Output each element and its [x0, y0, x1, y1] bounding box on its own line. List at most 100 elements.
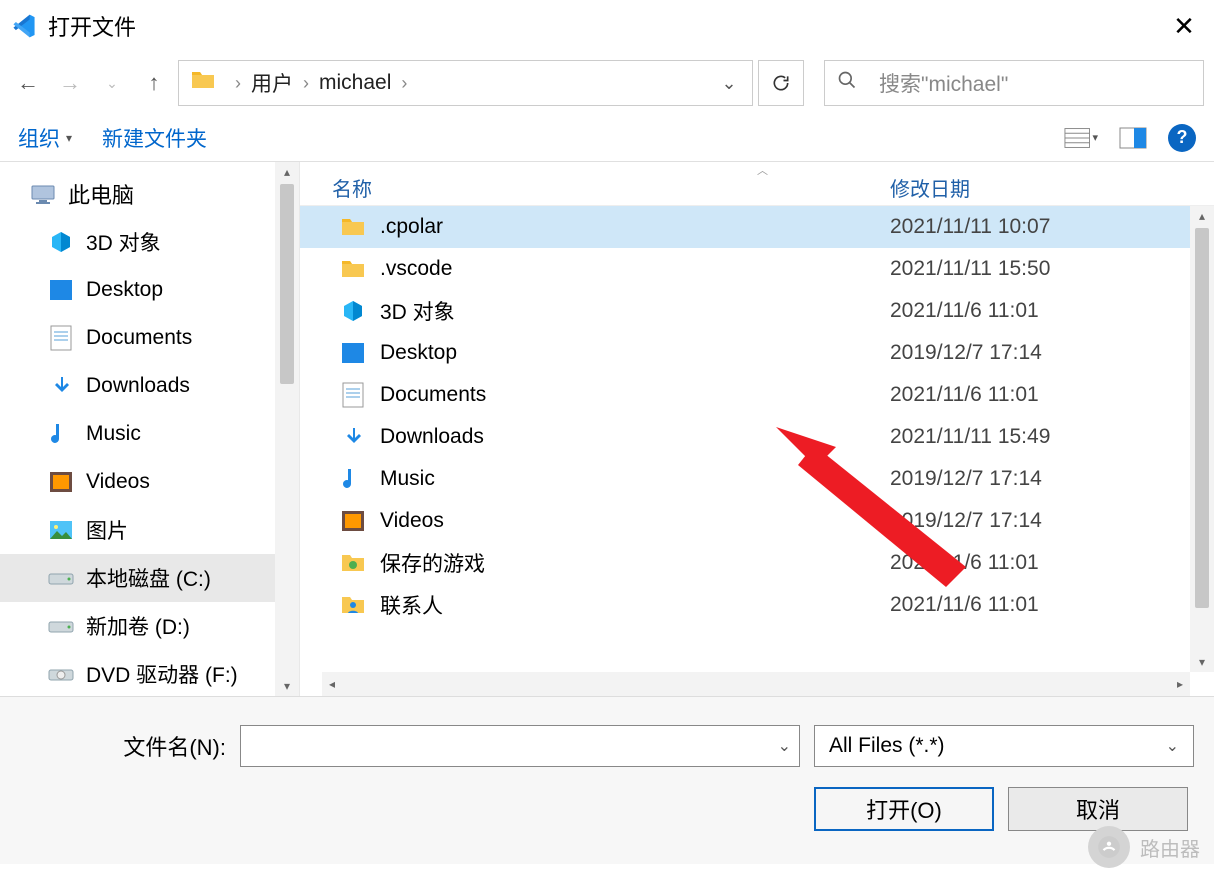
column-modified[interactable]: 修改日期: [890, 173, 1214, 202]
help-button[interactable]: ?: [1168, 124, 1196, 152]
scroll-down-icon[interactable]: ▾: [1199, 652, 1205, 672]
back-button[interactable]: ←: [10, 65, 46, 101]
file-modified: 2019/12/7 17:14: [890, 509, 1214, 533]
scroll-up-icon[interactable]: ▴: [284, 162, 290, 182]
file-row[interactable]: Downloads2021/11/11 15:49: [300, 416, 1214, 458]
file-name: Desktop: [380, 341, 457, 365]
forward-button[interactable]: →: [52, 65, 88, 101]
up-button[interactable]: ↑: [136, 65, 172, 101]
view-details-button[interactable]: ▾: [1064, 123, 1098, 153]
chevron-right-icon: ›: [303, 73, 309, 94]
breadcrumb-michael[interactable]: michael: [319, 71, 391, 95]
file-row[interactable]: 3D 对象2021/11/6 11:01: [300, 290, 1214, 332]
sidebar-item[interactable]: 新加卷 (D:): [0, 602, 299, 650]
file-modified: 2021/11/6 11:01: [890, 551, 1214, 575]
file-list-area: ︿ 名称 修改日期 .cpolar2021/11/11 10:07.vscode…: [300, 162, 1214, 696]
documents-icon: [48, 325, 74, 351]
sidebar-item[interactable]: 3D 对象: [0, 218, 299, 266]
cancel-button[interactable]: 取消: [1008, 787, 1188, 831]
desktop-icon: [48, 277, 74, 303]
disk-icon: [48, 613, 74, 639]
file-name: .cpolar: [380, 215, 443, 239]
title-bar: 打开文件 ✕: [0, 0, 1214, 52]
breadcrumb-dropdown[interactable]: ⌄: [712, 73, 746, 94]
scroll-left-icon[interactable]: ◂: [322, 677, 342, 691]
close-button[interactable]: ✕: [1164, 11, 1204, 42]
file-list[interactable]: .cpolar2021/11/11 10:07 .vscode 2021/11/11…: [300, 206, 1214, 696]
window-title: 打开文件: [48, 10, 136, 42]
contacts-icon: [340, 592, 366, 618]
recent-dropdown[interactable]: ⌄: [94, 65, 130, 101]
watermark-icon: [1088, 826, 1130, 868]
file-name: Documents: [380, 383, 486, 407]
nav-bar: ← → ⌄ ↑ › 用户 › michael › ⌄ 搜索"michael": [0, 52, 1214, 114]
sort-indicator-icon: ︿: [757, 162, 768, 178]
sidebar: 此电脑 3D 对象Desktop Documents Downloads Music Vi…: [0, 162, 300, 696]
content-scrollbar-vertical[interactable]: ▴ ▾: [1190, 206, 1214, 672]
content-scrollbar-horizontal[interactable]: ◂ ▸: [322, 672, 1190, 696]
file-row[interactable]: Documents 2021/11/6 11:01: [300, 374, 1214, 416]
file-row[interactable]: Music2019/12/7 17:14: [300, 458, 1214, 500]
main-area: 此电脑3D 对象DesktopDocumentsDownloadsMusicVi…: [0, 162, 1214, 696]
sidebar-item-label: Music: [86, 422, 141, 446]
sidebar-item-label: Videos: [86, 470, 150, 494]
file-row[interactable]: Videos 2019/12/7 17:14: [300, 500, 1214, 542]
sidebar-item[interactable]: Desktop: [0, 266, 299, 314]
sidebar-item-label: 本地磁盘 (C:): [86, 563, 211, 593]
vscode-icon: [10, 12, 38, 40]
breadcrumb[interactable]: › 用户 › michael › ⌄: [178, 60, 753, 106]
file-modified: 2019/12/7 17:14: [890, 341, 1214, 365]
file-name: 联系人: [380, 590, 443, 620]
scroll-up-icon[interactable]: ▴: [1199, 206, 1205, 226]
file-row[interactable]: .cpolar2021/11/11 10:07: [300, 206, 1214, 248]
downloads-icon: [340, 424, 366, 450]
filename-input[interactable]: ⌄: [240, 725, 800, 767]
chevron-down-icon: ▾: [66, 131, 72, 145]
videos-icon: [340, 508, 366, 534]
breadcrumb-users[interactable]: 用户: [251, 68, 293, 98]
file-row[interactable]: 联系人2021/11/6 11:01: [300, 584, 1214, 626]
file-row[interactable]: 保存的游戏2021/11/6 11:01: [300, 542, 1214, 584]
chevron-down-icon: ⌄: [1166, 736, 1179, 756]
sidebar-scrollbar[interactable]: ▴ ▾: [275, 162, 299, 696]
file-modified: 2021/11/6 11:01: [890, 383, 1214, 407]
scroll-right-icon[interactable]: ▸: [1170, 677, 1190, 691]
scroll-down-icon[interactable]: ▾: [284, 676, 290, 696]
file-name: .vscode: [380, 257, 452, 281]
sidebar-item[interactable]: 本地磁盘 (C:): [0, 554, 299, 602]
sidebar-item-label: 新加卷 (D:): [86, 611, 190, 641]
filter-select[interactable]: All Files (*.*) ⌄: [814, 725, 1194, 767]
sidebar-item[interactable]: Videos: [0, 458, 299, 506]
scroll-thumb[interactable]: [1195, 228, 1209, 608]
refresh-button[interactable]: [758, 60, 804, 106]
sidebar-item-label: 此电脑: [68, 178, 134, 210]
sidebar-item[interactable]: DVD 驱动器 (F:): [0, 650, 299, 696]
sidebar-item[interactable]: Downloads: [0, 362, 299, 410]
organize-button[interactable]: 组织▾: [18, 123, 72, 153]
new-folder-button[interactable]: 新建文件夹: [102, 123, 207, 153]
sidebar-item-label: Downloads: [86, 374, 190, 398]
file-row[interactable]: Desktop 2019/12/7 17:14: [300, 332, 1214, 374]
preview-pane-button[interactable]: [1116, 123, 1150, 153]
file-modified: 2021/11/11 15:50: [890, 257, 1214, 281]
scroll-thumb[interactable]: [280, 184, 294, 384]
desktop-icon: [340, 340, 366, 366]
documents-icon: [340, 382, 366, 408]
file-name: Videos: [380, 509, 444, 533]
column-name[interactable]: 名称: [300, 173, 890, 202]
music-icon: [48, 421, 74, 447]
sidebar-item[interactable]: Music: [0, 410, 299, 458]
file-row[interactable]: .vscode 2021/11/11 15:50: [300, 248, 1214, 290]
sidebar-item-label: Documents: [86, 326, 192, 350]
file-name: Downloads: [380, 425, 484, 449]
chevron-down-icon[interactable]: ⌄: [778, 736, 791, 756]
open-button[interactable]: 打开(O): [814, 787, 994, 831]
sidebar-item[interactable]: 图片: [0, 506, 299, 554]
file-name: 3D 对象: [380, 296, 455, 326]
sidebar-item[interactable]: Documents: [0, 314, 299, 362]
folder-icon: [340, 214, 366, 240]
sidebar-item[interactable]: 此电脑: [0, 170, 299, 218]
search-input[interactable]: 搜索"michael": [824, 60, 1204, 106]
filename-label: 文件名(N):: [20, 730, 240, 762]
pc-icon: [30, 181, 56, 207]
